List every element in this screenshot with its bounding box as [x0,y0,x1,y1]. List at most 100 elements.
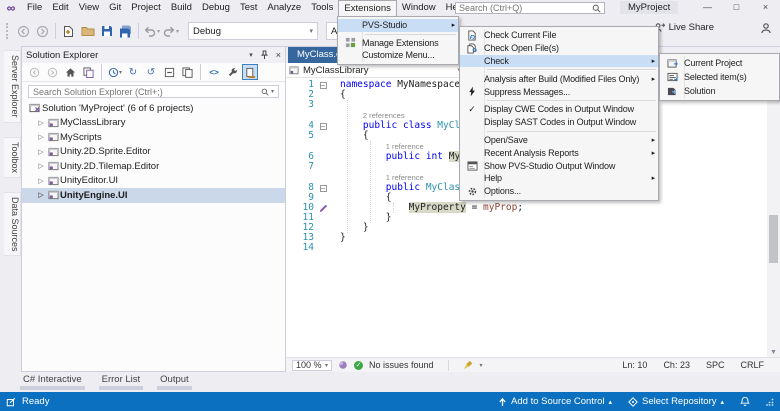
menu-title-view[interactable]: View [74,0,104,16]
se-forward-icon[interactable] [44,64,60,80]
column-indicator[interactable]: Ch: 23 [663,360,690,370]
menu-item-manage-extensions[interactable]: Manage Extensions [338,37,458,50]
menu-title-window[interactable]: Window [397,0,441,16]
account-name[interactable]: MyProject [620,1,678,14]
menu-item-selected-item-s[interactable]: Selected item(s) [660,70,779,84]
tab-server-explorer[interactable]: Server Explorer [4,50,21,123]
tab-error-list[interactable]: Error List [99,372,144,390]
menu-title-extensions[interactable]: Extensions [338,0,396,16]
new-project-icon[interactable] [59,22,78,40]
menu-item-display-sast-codes-in-output-window[interactable]: Display SAST Codes in Output Window [460,116,658,129]
menu-title-analyze[interactable]: Analyze [262,0,306,16]
navigate-back-icon[interactable] [14,22,33,40]
menu-item-open-save[interactable]: Open/Save▸ [460,134,658,147]
collapse-all-icon[interactable] [161,64,177,80]
menu-title-test[interactable]: Test [235,0,262,16]
menu-item-pvs-studio[interactable]: PVS-Studio▸ [338,19,458,32]
menu-item-show-pvs-studio-output-window[interactable]: Show PVS-Studio Output Window [460,159,658,172]
select-repository-button[interactable]: Select Repository ▴ [628,396,724,407]
search-input[interactable] [459,3,592,13]
expand-arrow-icon[interactable]: ▷ [36,191,46,199]
feedback-icon[interactable] [760,22,772,34]
line-ending-indicator[interactable]: CRLF [740,360,764,370]
project-dropdown[interactable]: MyClassLibrary ▾ [289,64,461,77]
solution-configurations-dropdown[interactable]: Debug ▾ [188,22,318,40]
tree-row-myclasslibrary[interactable]: ▷MyClassLibrary [22,116,285,131]
window-position-icon[interactable]: ▾ [249,51,253,59]
undo-icon[interactable]: ▾ [142,22,161,40]
tree-row-unity-2d-sprite-editor[interactable]: ▷Unity.2D.Sprite.Editor [22,145,285,160]
tab-data-sources[interactable]: Data Sources [4,192,21,257]
show-all-files-icon[interactable] [179,64,195,80]
vertical-scrollbar[interactable]: ▼ [767,78,780,357]
redo-icon[interactable]: ▾ [161,22,180,40]
maximize-button[interactable]: □ [722,0,751,15]
background-tasks-icon[interactable] [6,397,16,407]
properties-wrench-icon[interactable] [224,64,240,80]
menu-item-check[interactable]: Check▸ [460,55,658,68]
save-icon[interactable] [97,22,116,40]
add-to-source-control-button[interactable]: Add to Source Control ▴ [498,396,612,407]
minimize-button[interactable]: — [693,0,722,15]
solution-explorer-search-box[interactable]: ▾ [28,85,279,98]
menu-item-suppress-messages[interactable]: Suppress Messages... [460,85,658,98]
view-code-icon[interactable]: <> [206,64,222,80]
expand-arrow-icon[interactable]: ▷ [36,133,46,141]
menu-item-recent-analysis-reports[interactable]: Recent Analysis Reports▸ [460,146,658,159]
close-button[interactable]: × [751,0,780,15]
search-options-caret-icon[interactable]: ▾ [271,88,274,95]
menu-title-edit[interactable]: Edit [47,0,73,16]
sync-with-active-document-icon[interactable] [242,64,258,80]
solution-explorer-search-input[interactable] [33,87,261,97]
menu-item-display-cwe-codes-in-output-window[interactable]: ✓Display CWE Codes in Output Window [460,103,658,116]
se-back-icon[interactable] [26,64,42,80]
tree-row-myscripts[interactable]: ▷MyScripts [22,130,285,145]
pin-icon[interactable] [260,50,269,60]
tree-row-unityeditor-ui[interactable]: ▷UnityEditor.UI [22,174,285,189]
menu-title-tools[interactable]: Tools [306,0,338,16]
menu-item-analysis-after-build-modified-files-only[interactable]: Analysis after Build (Modified Files Onl… [460,72,658,85]
expand-arrow-icon[interactable]: ▷ [36,177,46,185]
line-indicator[interactable]: Ln: 10 [622,360,647,370]
menu-item-check-open-file-s[interactable]: Check Open File(s) [460,42,658,55]
tree-row-solution[interactable]: Solution 'MyProject' (6 of 6 projects) [22,101,285,116]
issues-status[interactable]: No issues found [369,360,434,370]
expand-arrow-icon[interactable]: ▷ [36,119,46,127]
menu-title-project[interactable]: Project [126,0,166,16]
spaces-indicator[interactable]: SPC [706,360,725,370]
menu-item-options[interactable]: Options... [460,185,658,198]
collapse-region-icon[interactable]: – [320,82,327,89]
solution-explorer-titlebar[interactable]: Solution Explorer ▾ × [22,47,285,63]
tab-csharp-interactive[interactable]: C# Interactive [20,372,85,390]
menu-item-help[interactable]: Help▸ [460,172,658,185]
split-view-icon[interactable] [338,360,348,370]
close-panel-icon[interactable]: × [276,50,281,60]
menu-item-check-current-file[interactable]: Check Current File [460,29,658,42]
open-folder-icon[interactable] [78,22,97,40]
switch-views-icon[interactable] [80,64,96,80]
sync-icon[interactable]: ↺ [143,64,159,80]
toolbar-grip[interactable] [6,23,11,39]
pending-changes-filter-icon[interactable]: ▾ [107,64,123,80]
tree-row-unityengine-ui[interactable]: ▷UnityEngine.UI [22,188,285,203]
menu-title-git[interactable]: Git [104,0,126,16]
zoom-dropdown[interactable]: 100 % ▾ [292,360,332,371]
refresh-icon[interactable]: ↻ [125,64,141,80]
tree-row-unity-2d-tilemap-editor[interactable]: ▷Unity.2D.Tilemap.Editor [22,159,285,174]
expand-arrow-icon[interactable]: ▷ [36,162,46,170]
scroll-down-icon[interactable]: ▼ [767,349,780,356]
resize-grip[interactable] [766,398,774,406]
menu-item-current-project[interactable]: Current Project [660,56,779,70]
live-share-button[interactable]: Live Share [654,22,714,33]
scrollbar-thumb[interactable] [769,215,778,263]
collapse-region-icon[interactable]: – [320,123,327,130]
tab-toolbox[interactable]: Toolbox [4,137,21,178]
tab-output[interactable]: Output [157,372,192,390]
menu-title-file[interactable]: File [22,0,47,16]
collapse-region-icon[interactable]: – [320,185,327,192]
chevron-down-icon[interactable]: ▾ [480,362,483,369]
menu-item-customize-menu[interactable]: Customize Menu... [338,49,458,62]
menu-item-solution[interactable]: Solution [660,84,779,98]
navigate-forward-icon[interactable] [33,22,52,40]
menu-title-build[interactable]: Build [166,0,197,16]
